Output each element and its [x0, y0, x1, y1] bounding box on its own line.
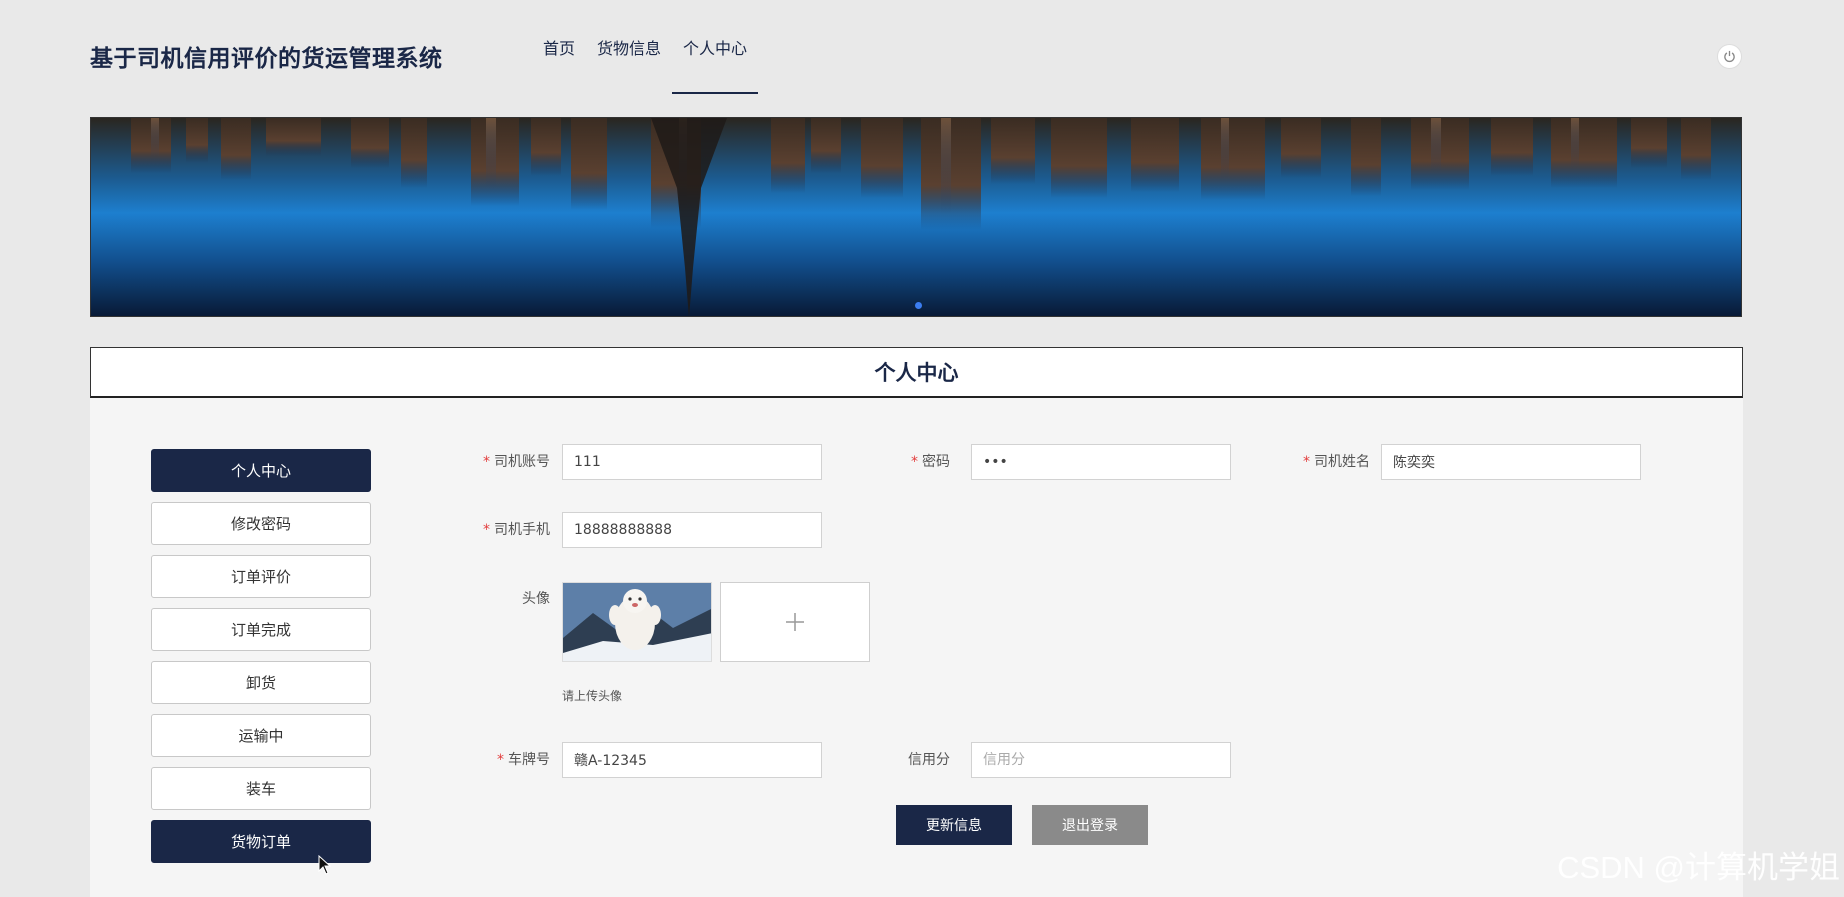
account-label-text: 司机账号: [494, 454, 550, 470]
name-label: * 司机姓名: [1303, 454, 1370, 470]
name-input[interactable]: [1381, 444, 1641, 480]
menu-order-complete[interactable]: 订单完成: [151, 608, 371, 651]
power-button[interactable]: [1717, 44, 1742, 69]
credit-label: 信用分: [908, 752, 950, 768]
top-header: 基于司机信用评价的货运管理系统 首页 货物信息 个人中心: [0, 0, 1844, 108]
menu-personal-center[interactable]: 个人中心: [151, 449, 371, 492]
nav-goods-info[interactable]: 货物信息: [586, 0, 672, 94]
avatar-upload-button[interactable]: [720, 582, 870, 662]
banner-carousel[interactable]: [90, 117, 1742, 317]
password-label: * 密码: [911, 454, 950, 470]
nav-personal-center[interactable]: 个人中心: [672, 0, 759, 94]
avatar-upload-hint: 请上传头像: [562, 689, 623, 703]
password-label-text: 密码: [922, 454, 950, 470]
personal-center-panel: 个人中心 修改密码 订单评价 订单完成 卸货 运输中 装车 货物订单 * 司机账号…: [90, 398, 1743, 897]
menu-unloading[interactable]: 卸货: [151, 661, 371, 704]
main-nav: 首页 货物信息 个人中心: [532, 0, 759, 94]
carousel-dot[interactable]: [915, 302, 922, 309]
avatar-image: [562, 582, 712, 662]
section-title: 个人中心: [90, 347, 1743, 398]
account-label: * 司机账号: [483, 454, 550, 470]
phone-label: * 司机手机: [483, 522, 550, 538]
avatar-label: 头像: [522, 591, 550, 607]
phone-label-text: 司机手机: [494, 522, 550, 538]
plate-label: * 车牌号: [497, 752, 550, 768]
site-title: 基于司机信用评价的货运管理系统: [90, 46, 443, 72]
plus-icon: [786, 613, 804, 631]
menu-change-password[interactable]: 修改密码: [151, 502, 371, 545]
plate-label-text: 车牌号: [508, 752, 550, 768]
credit-input[interactable]: [971, 742, 1231, 778]
menu-loading[interactable]: 装车: [151, 767, 371, 810]
menu-in-transit[interactable]: 运输中: [151, 714, 371, 757]
account-input[interactable]: [562, 444, 822, 480]
avatar-picture: [563, 583, 711, 661]
logout-button[interactable]: 退出登录: [1032, 805, 1148, 845]
plate-input[interactable]: [562, 742, 822, 778]
power-icon: [1724, 50, 1735, 63]
menu-order-review[interactable]: 订单评价: [151, 555, 371, 598]
banner-image: [131, 118, 1711, 316]
name-label-text: 司机姓名: [1314, 454, 1370, 470]
password-input[interactable]: [971, 444, 1231, 480]
mouse-cursor-icon: [318, 855, 332, 875]
update-info-button[interactable]: 更新信息: [896, 805, 1012, 845]
menu-goods-order[interactable]: 货物订单: [151, 820, 371, 863]
phone-input[interactable]: [562, 512, 822, 548]
nav-home[interactable]: 首页: [532, 0, 586, 94]
watermark: CSDN @计算机学姐: [1557, 850, 1840, 885]
